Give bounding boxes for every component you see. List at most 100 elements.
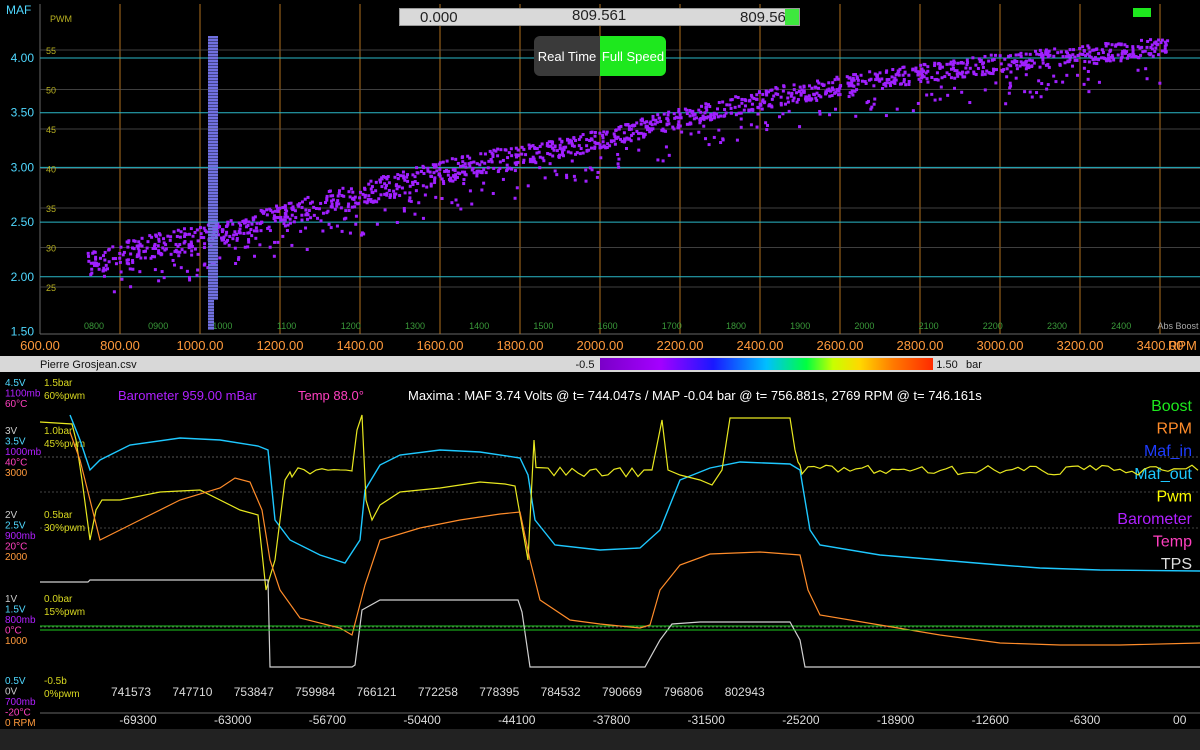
scatter-point [911,67,915,71]
scatter-point [342,217,346,221]
scatter-point [579,147,583,151]
scatter-point [729,111,733,115]
scatter-point [926,69,930,73]
scatter-point [1136,68,1140,72]
scatter-point [281,218,285,222]
band-point [208,267,218,270]
scatter-point [930,76,934,80]
scatter-point [1028,90,1032,94]
scatter-point [897,73,901,77]
scatter-point [850,89,854,93]
scatter-point [656,158,660,162]
scatter-point [1045,87,1049,91]
scatter-point [614,128,618,132]
scatter-point [673,116,677,120]
scatter-point [770,105,774,109]
scatter-point [304,226,308,230]
scatter-point [413,212,417,216]
gradient-tick-label: 1.50 [936,359,957,371]
offset-tick-label: -25200 [782,713,820,727]
scatter-point [331,198,335,202]
scatter-point [721,100,725,104]
scatter-point [578,152,582,156]
band-point [208,147,218,150]
scatter-point [406,179,410,183]
scatter-point [712,135,716,139]
scatter-point [907,82,911,86]
scatter-point [121,253,125,257]
gradient-unit: bar [966,359,982,371]
scatter-point [496,154,500,158]
offset-tick-label: -6300 [1070,713,1101,727]
scatter-point [981,70,985,74]
scrubber-knob[interactable] [785,9,799,25]
scatter-point [498,166,502,170]
scatter-point [566,150,570,154]
scatter-point [335,224,339,228]
trace-rpm [69,431,1200,646]
scatter-point [783,102,787,106]
scatter-point [348,231,352,235]
scatter-point [613,142,617,146]
scatter-point [175,234,179,238]
scatter-point [1088,50,1092,54]
axis-label-left: 900mb [5,531,36,542]
scatter-point [884,70,888,74]
scatter-point [712,113,716,117]
scatter-point [137,251,141,255]
scatter-point [630,124,634,128]
scatter-point [667,110,671,114]
rpm-tick-label: 2800.00 [897,338,944,353]
scatter-point [854,114,858,118]
scatter-point [743,98,747,102]
scatter-point [1078,52,1082,56]
scatter-point [1030,64,1034,68]
scatter-point [1104,57,1108,61]
scatter-point [337,189,341,193]
scatter-point [406,173,410,177]
scatter-point [231,237,235,241]
maf-axis-title: MAF [6,3,31,17]
scatter-point [1066,59,1070,63]
scatter-point [468,189,472,193]
axis-label-right: -0.5b [44,676,67,687]
scatter-point [398,194,402,198]
scatter-point [157,251,161,255]
scatter-point [804,99,808,103]
scatter-point [815,98,819,102]
scatter-point [999,62,1003,66]
band-point [208,216,218,219]
band-point [208,309,214,312]
scatter-point [347,190,351,194]
scatter-point [568,138,572,142]
time-scrubber[interactable]: 0.000 809.561 809.561 [399,7,800,26]
scatter-point [1024,52,1028,56]
scatter-point [1082,82,1086,86]
scatter-point [664,145,668,149]
scatter-point [1007,54,1011,58]
band-point [208,135,218,138]
scatter-point [453,169,457,173]
real-time-button[interactable]: Real Time [534,36,600,76]
scatter-point [423,193,427,197]
band-point [208,120,218,123]
scatter-point [468,164,472,168]
scatter-point [168,238,172,242]
scatter-point [249,228,253,232]
scatter-point [246,231,250,235]
scatter-point [514,153,518,157]
scatter-point [173,250,177,254]
scatter-point [725,103,729,107]
boost-tick-label: 1700 [662,321,682,331]
scatter-point [405,175,409,179]
scatter-point [925,93,929,97]
scatter-point [716,115,720,119]
scatter-point [1101,51,1105,55]
scatter-point [97,262,101,266]
full-speed-button[interactable]: Full Speed [600,36,666,76]
scatter-point [417,201,421,205]
band-point [208,318,214,321]
band-point [208,189,218,192]
scatter-point [791,99,795,103]
scatter-point [351,190,355,194]
